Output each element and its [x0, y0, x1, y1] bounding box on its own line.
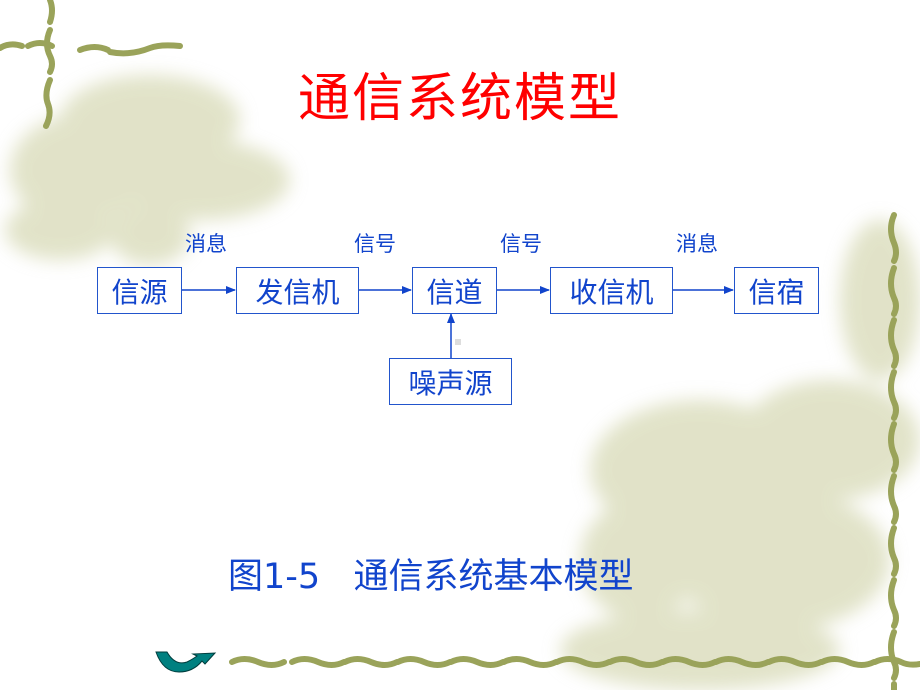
node-source: 信源 — [97, 267, 182, 314]
edge-label-signal-1: 信号 — [354, 232, 396, 256]
edge-label-message-2: 消息 — [676, 232, 718, 256]
node-channel: 信道 — [412, 267, 497, 314]
edge-label-signal-2: 信号 — [500, 232, 542, 256]
node-receiver: 收信机 — [550, 267, 673, 314]
placeholder-dot — [455, 339, 461, 345]
curved-arrow-return-icon[interactable] — [155, 650, 217, 674]
node-transmitter: 发信机 — [236, 267, 359, 314]
node-sink: 信宿 — [734, 267, 819, 314]
node-noise-source: 噪声源 — [389, 358, 512, 405]
figure-caption: 图1-5 通信系统基本模型 — [228, 557, 634, 597]
edge-label-message-1: 消息 — [185, 232, 227, 256]
